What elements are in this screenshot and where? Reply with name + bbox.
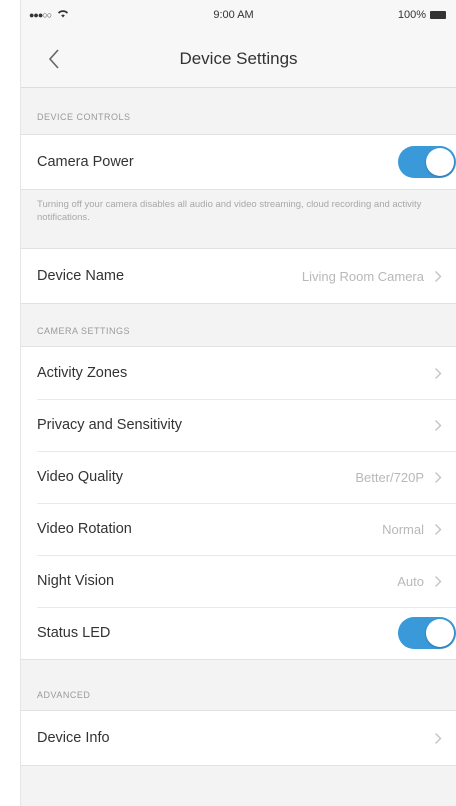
status-led-label: Status LED (37, 625, 111, 641)
signal-strength-icon: ●●●○○ (29, 10, 52, 20)
toggle-knob (426, 148, 454, 176)
chevron-left-icon (48, 49, 59, 69)
video-rotation-value: Normal (382, 521, 424, 537)
privacy-sensitivity-row[interactable]: Privacy and Sensitivity (21, 399, 456, 451)
chevron-right-icon (435, 523, 442, 535)
chevron-right-icon (435, 367, 442, 379)
video-rotation-row[interactable]: Video Rotation Normal (21, 503, 456, 555)
camera-settings-group: Activity Zones Privacy and Sensitivity V… (21, 346, 456, 660)
phone-screen: ●●●○○ 9:00 AM 100% Device Settings DEVIC… (20, 0, 456, 806)
activity-zones-row[interactable]: Activity Zones (21, 347, 456, 399)
advanced-group: Device Info (21, 710, 456, 766)
status-led-row: Status LED (21, 607, 456, 659)
video-quality-label: Video Quality (37, 469, 123, 485)
status-bar: ●●●○○ 9:00 AM 100% (21, 0, 456, 30)
chevron-right-icon (435, 471, 442, 483)
device-name-group: Device Name Living Room Camera (21, 248, 456, 304)
camera-power-label: Camera Power (37, 154, 134, 170)
section-header-camera-settings: CAMERA SETTINGS (37, 326, 131, 336)
night-vision-label: Night Vision (37, 573, 115, 589)
back-button[interactable] (39, 44, 69, 74)
chevron-right-icon (435, 270, 442, 282)
video-rotation-label: Video Rotation (37, 521, 132, 537)
device-name-value: Living Room Camera (301, 268, 424, 284)
device-name-row[interactable]: Device Name Living Room Camera (21, 249, 456, 303)
status-time: 9:00 AM (213, 9, 254, 21)
chevron-right-icon (435, 575, 442, 587)
chevron-right-icon (435, 732, 442, 744)
video-quality-value: Better/720P (355, 469, 424, 485)
section-header-advanced: ADVANCED (37, 690, 91, 700)
page-title: Device Settings (179, 48, 298, 68)
battery-icon (430, 11, 446, 19)
device-info-label: Device Info (37, 730, 110, 746)
night-vision-value: Auto (397, 573, 424, 589)
camera-power-footnote: Turning off your camera disables all aud… (37, 199, 422, 223)
device-info-row[interactable]: Device Info (21, 711, 456, 765)
navigation-bar: Device Settings (21, 30, 456, 88)
wifi-icon (57, 9, 69, 21)
device-controls-group: Camera Power (21, 134, 456, 190)
section-header-device-controls: DEVICE CONTROLS (37, 112, 131, 122)
video-quality-row[interactable]: Video Quality Better/720P (21, 451, 456, 503)
activity-zones-label: Activity Zones (37, 365, 128, 381)
status-led-toggle[interactable] (398, 617, 456, 649)
camera-power-row: Camera Power (21, 135, 456, 189)
chevron-right-icon (435, 419, 442, 431)
privacy-sensitivity-label: Privacy and Sensitivity (37, 417, 183, 433)
status-right: 100% (398, 9, 446, 21)
toggle-knob (426, 619, 454, 647)
night-vision-row[interactable]: Night Vision Auto (21, 555, 456, 607)
camera-power-toggle[interactable] (398, 146, 456, 178)
status-left: ●●●○○ (29, 9, 69, 21)
device-name-label: Device Name (37, 268, 125, 284)
battery-percent: 100% (397, 9, 426, 21)
